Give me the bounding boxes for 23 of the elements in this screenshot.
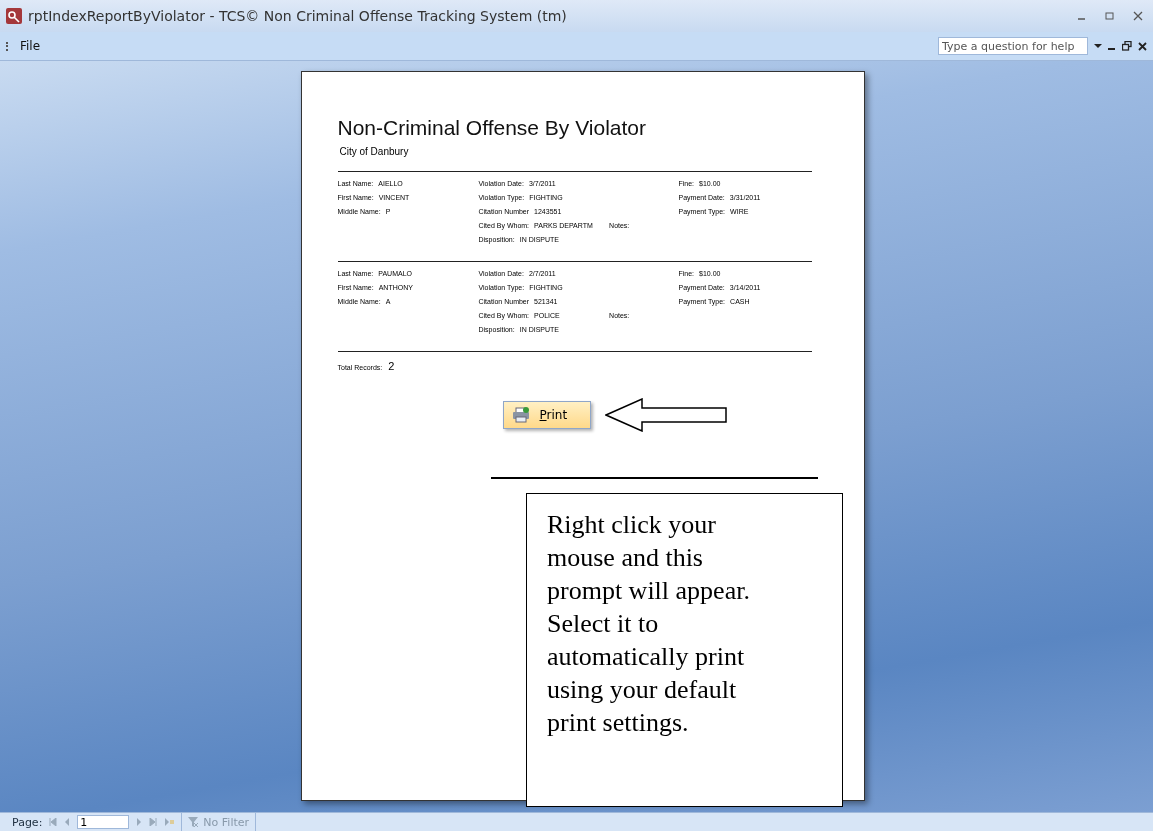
total-value: 2: [388, 360, 395, 372]
close-icon[interactable]: [1133, 11, 1143, 21]
help-search-field[interactable]: Type a question for help: [938, 37, 1088, 55]
next-page-icon[interactable]: [136, 818, 143, 826]
maximize-icon[interactable]: [1105, 11, 1115, 21]
menu-item[interactable]: File: [16, 39, 45, 53]
first-page-icon[interactable]: [49, 818, 58, 826]
page-number-field[interactable]: 1: [77, 815, 130, 829]
dropdown-icon[interactable]: [1094, 43, 1102, 49]
close-icon[interactable]: [1138, 41, 1147, 51]
print-button[interactable]: Print: [502, 401, 591, 429]
window-title: rptIndexReportByViolator - TCS© Non Criminal Offense Tracking System (tm): [28, 8, 567, 24]
new-record-icon[interactable]: [164, 818, 175, 826]
grip-icon: [6, 41, 10, 51]
printer-icon: [511, 407, 530, 423]
report-subtitle: City of Danbury: [339, 146, 410, 157]
page-label: Page:: [12, 815, 43, 829]
restore-icon[interactable]: [1122, 41, 1132, 51]
previous-page-icon[interactable]: [64, 818, 71, 826]
last-page-icon[interactable]: [149, 818, 158, 826]
report-title: Non-Criminal Offense By Violator: [337, 116, 648, 140]
funnel-icon: [188, 816, 200, 828]
callout-text: Right click your mouse and this prompt will appear. Select it to automatically print using your default print settings.: [526, 493, 843, 807]
